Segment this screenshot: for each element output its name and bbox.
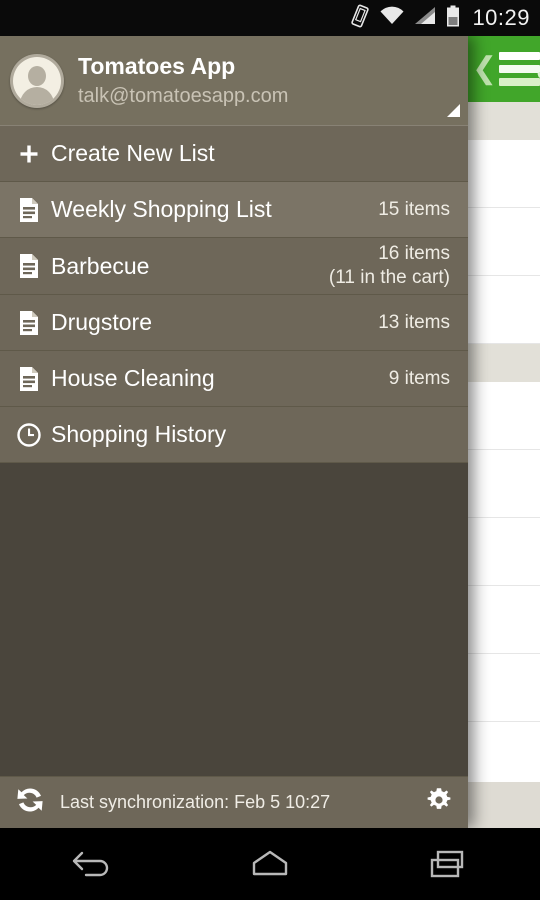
signal-icon xyxy=(413,6,437,31)
account-text: Tomatoes App talk@tomatoesapp.com xyxy=(78,53,288,109)
vibrate-icon xyxy=(349,4,371,33)
account-header[interactable]: Tomatoes App talk@tomatoesapp.com xyxy=(0,36,468,126)
sync-status-text: Last synchronization: Feb 5 10:27 xyxy=(60,792,331,812)
battery-icon xyxy=(445,5,461,32)
list-item-count: 16 items (11 in the cart) xyxy=(329,242,450,290)
chevron-left-icon[interactable]: ❮ xyxy=(472,54,497,84)
create-new-list-label: Create New List xyxy=(51,140,215,166)
list-name: Weekly Shopping List xyxy=(51,196,272,222)
sync-refresh-icon[interactable] xyxy=(14,784,46,821)
create-new-list-button[interactable]: Create New List xyxy=(0,126,468,182)
list-name: House Cleaning xyxy=(51,365,215,391)
recents-nav-icon[interactable] xyxy=(360,847,540,881)
drawer-list-item-barbecue[interactable]: Barbecue 16 items (11 in the cart) xyxy=(0,238,468,295)
account-name: Tomatoes App xyxy=(78,52,236,79)
wifi-icon xyxy=(379,6,405,31)
account-dropdown-caret[interactable] xyxy=(447,104,460,117)
status-bar-clock: 10:29 xyxy=(472,5,530,30)
system-navigation-bar xyxy=(0,828,540,900)
list-name: Barbecue xyxy=(51,252,150,279)
back-nav-icon[interactable] xyxy=(0,847,180,881)
gear-icon[interactable] xyxy=(424,785,454,820)
drawer-empty-area xyxy=(0,463,468,788)
list-item-count: 15 items xyxy=(378,198,450,220)
avatar[interactable] xyxy=(10,53,64,108)
navigation-drawer: Tomatoes App talk@tomatoesapp.com Create… xyxy=(0,36,468,828)
account-email: talk@tomatoesapp.com xyxy=(78,85,289,108)
list-document-icon xyxy=(12,253,46,279)
clock-icon xyxy=(12,422,46,447)
list-item-in-cart: (11 in the cart) xyxy=(328,267,450,288)
list-item-count: 13 items xyxy=(378,311,450,333)
list-item-total: 16 items xyxy=(378,243,450,265)
list-name: Drugstore xyxy=(51,309,152,335)
sync-status-bar[interactable]: Last synchronization: Feb 5 10:27 xyxy=(0,776,468,828)
drawer-item-shopping-history[interactable]: Shopping History xyxy=(0,407,468,463)
list-document-icon xyxy=(12,197,46,223)
drawer-list-item-weekly-shopping-list[interactable]: Weekly Shopping List 15 items xyxy=(0,182,468,238)
list-document-icon xyxy=(12,366,46,392)
drawer-list-item-house-cleaning[interactable]: House Cleaning 9 items xyxy=(0,351,468,407)
check-icon[interactable]: ✓ xyxy=(534,58,540,87)
list-item-count: 9 items xyxy=(388,367,450,389)
phone-screen: ❮ ✓ Fruits xyxy=(0,0,540,900)
drawer-list-item-drugstore[interactable]: Drugstore 13 items xyxy=(0,295,468,351)
list-document-icon xyxy=(12,310,46,336)
shopping-history-label: Shopping History xyxy=(51,421,227,447)
status-bar: 10:29 xyxy=(0,0,540,36)
home-nav-icon[interactable] xyxy=(180,847,360,881)
plus-icon xyxy=(12,144,46,164)
